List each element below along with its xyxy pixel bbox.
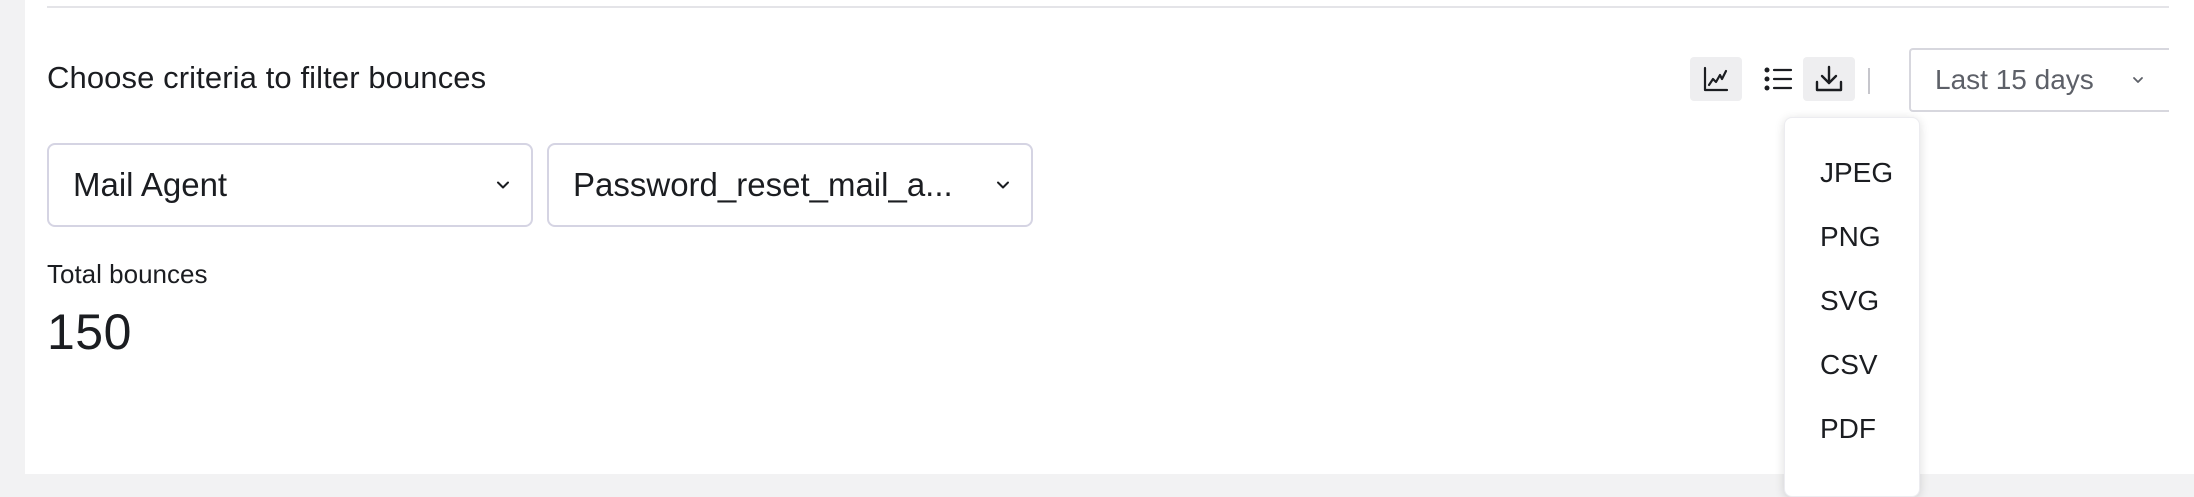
menu-item-png[interactable]: PNG xyxy=(1785,209,1919,265)
list-icon xyxy=(1764,67,1793,91)
mail-template-value: Password_reset_mail_a... xyxy=(573,166,953,203)
top-divider xyxy=(47,6,2169,8)
total-bounces-label: Total bounces xyxy=(47,259,208,289)
date-range-label: Last 15 days xyxy=(1935,64,2094,95)
menu-item-jpeg[interactable]: JPEG xyxy=(1785,145,1919,201)
download-format-menu: JPEG PNG SVG CSV PDF xyxy=(1784,117,1920,497)
menu-item-csv[interactable]: CSV xyxy=(1785,337,1919,393)
list-view-button[interactable] xyxy=(1752,57,1804,101)
download-icon xyxy=(1815,65,1843,92)
mail-agent-value: Mail Agent xyxy=(73,166,228,203)
chevron-down-icon xyxy=(997,181,1009,189)
chevron-down-icon xyxy=(2133,77,2143,83)
chevron-down-icon xyxy=(497,181,509,189)
menu-item-svg[interactable]: SVG xyxy=(1785,273,1919,329)
menu-item-pdf[interactable]: PDF xyxy=(1785,401,1919,457)
date-range-select[interactable]: Last 15 days xyxy=(1909,48,2169,112)
toolbar-separator xyxy=(1868,68,1870,94)
mail-agent-select[interactable]: Mail Agent xyxy=(47,143,533,227)
section-title: Choose criteria to filter bounces xyxy=(47,60,487,95)
download-button[interactable] xyxy=(1803,57,1855,101)
chart-view-button[interactable] xyxy=(1690,57,1742,101)
line-chart-icon xyxy=(1703,66,1729,92)
mail-template-select[interactable]: Password_reset_mail_a... xyxy=(547,143,1033,227)
total-bounces-value: 150 xyxy=(47,304,132,360)
